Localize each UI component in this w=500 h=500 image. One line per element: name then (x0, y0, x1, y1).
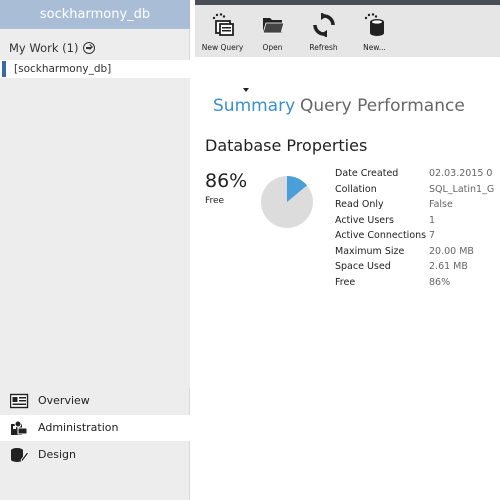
nav-item-label: Administration (38, 421, 119, 434)
refresh-icon (312, 13, 335, 37)
administration-icon (11, 420, 28, 435)
nav-item-administration[interactable]: Administration (0, 415, 190, 441)
property-key: Active Connections (335, 230, 427, 241)
property-row: Space Used 2.61 MB (335, 259, 500, 275)
property-key: Collation (335, 183, 377, 195)
active-tab-indicator (243, 88, 249, 92)
sidebar: sockharmony_db My Work (1) [sockharmony_… (0, 0, 190, 500)
nav-item-design[interactable]: Design (0, 442, 190, 468)
property-key: Free (335, 276, 356, 288)
property-key: Maximum Size (335, 245, 405, 257)
property-value: 1 (429, 214, 436, 226)
overview-icon (10, 393, 29, 409)
database-list-item[interactable]: [sockharmony_db] (0, 60, 190, 78)
folder-icon (261, 18, 285, 34)
property-value: 2.61 MB (429, 261, 468, 272)
property-row: Read Only False (335, 197, 500, 213)
refresh-button[interactable]: Refresh (296, 13, 351, 59)
arrow-right-circle-icon[interactable] (83, 42, 96, 54)
property-value: False (429, 199, 453, 210)
property-value: SQL_Latin1_G (429, 183, 495, 195)
nav-item-label: Design (38, 448, 76, 461)
property-key: Date Created (335, 168, 399, 179)
space-usage-pie-chart (261, 176, 313, 228)
section-title: Database Properties (205, 136, 368, 155)
new-database-button[interactable]: New... (347, 13, 402, 59)
toolbar: New Query Open Refresh New... (195, 0, 500, 57)
design-icon (11, 448, 29, 463)
properties-list: Date Created 02.03.2015 0 Collation SQL_Lat… (335, 166, 500, 290)
new-database-label: New... (363, 43, 386, 52)
property-value: 7 (429, 230, 436, 241)
nav-item-overview[interactable]: Overview (0, 388, 190, 414)
property-row: Date Created 02.03.2015 0 (335, 166, 500, 182)
property-row: Active Users 1 (335, 213, 500, 229)
tab-query-performance[interactable]: Query Performance (300, 96, 465, 116)
new-database-icon (364, 13, 384, 36)
property-row: Free 86% (335, 275, 500, 291)
free-label: Free (205, 196, 225, 206)
open-button[interactable]: Open (245, 13, 300, 59)
database-title: sockharmony_db (0, 0, 190, 29)
sidebar-empty-area (0, 78, 190, 388)
tab-summary[interactable]: Summary (213, 96, 295, 116)
property-value: 86% (429, 276, 451, 288)
property-key: Read Only (335, 199, 384, 210)
property-value: 02.03.2015 0 (429, 168, 493, 179)
property-value: 20.00 MB (429, 245, 474, 257)
property-key: Space Used (335, 261, 391, 272)
new-query-icon (212, 13, 234, 36)
property-row: Maximum Size 20.00 MB (335, 244, 500, 260)
free-percent: 86% (205, 170, 248, 192)
property-key: Active Users (335, 214, 395, 226)
open-label: Open (262, 43, 283, 52)
database-list-item-label: [sockharmony_db] (14, 63, 112, 75)
new-query-label: New Query (201, 43, 244, 52)
selection-marker (2, 61, 6, 77)
my-work-link[interactable]: My Work (1) (9, 41, 96, 55)
new-query-button[interactable]: New Query (195, 13, 250, 59)
nav-item-label: Overview (38, 394, 90, 407)
refresh-label: Refresh (309, 43, 338, 52)
property-row: Collation SQL_Latin1_G (335, 182, 500, 198)
my-work-label: My Work (1) (9, 41, 79, 55)
property-row: Active Connections 7 (335, 228, 500, 244)
